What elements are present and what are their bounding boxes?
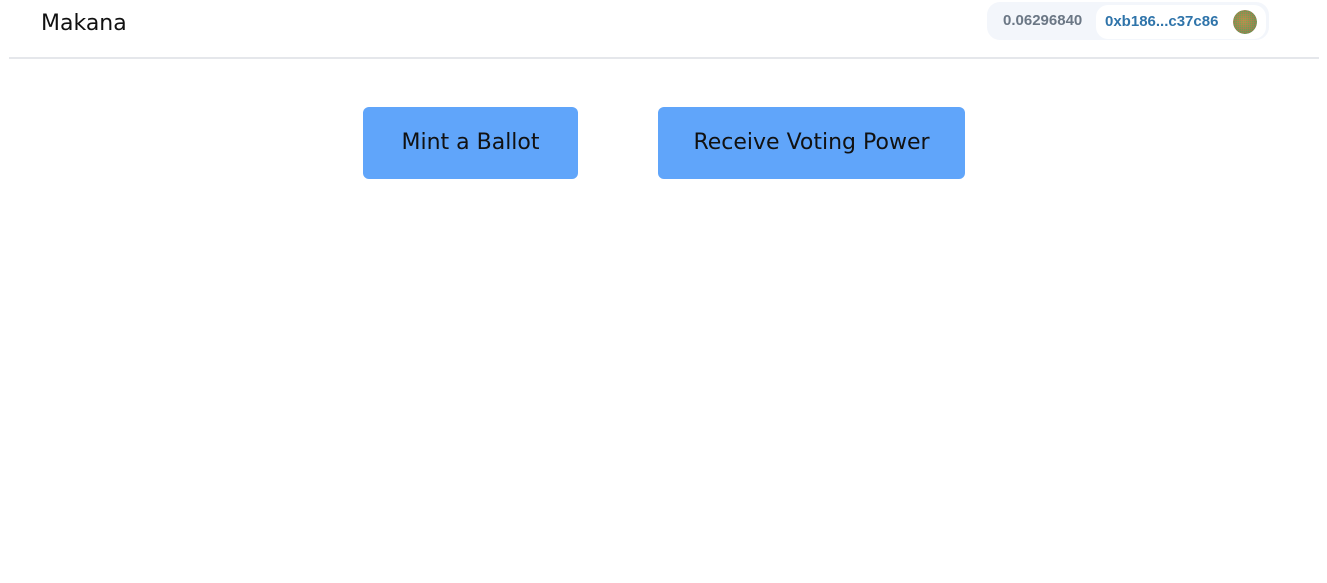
header-divider — [9, 57, 1319, 59]
mint-ballot-button[interactable]: Mint a Ballot — [363, 107, 578, 179]
wallet-balance: 0.06296840 — [1003, 12, 1083, 29]
wallet-widget: 0.06296840 0xb186...c37c86 — [987, 2, 1269, 40]
main-actions: Mint a Ballot Receive Voting Power — [0, 107, 1327, 179]
receive-voting-power-button[interactable]: Receive Voting Power — [658, 107, 965, 179]
account-identicon-icon — [1233, 10, 1257, 34]
app-header: Makana 0.06296840 0xb186...c37c86 — [0, 0, 1327, 59]
brand-title: Makana — [41, 11, 127, 36]
account-button[interactable]: 0xb186...c37c86 — [1096, 5, 1266, 39]
wallet-address: 0xb186...c37c86 — [1105, 13, 1219, 30]
